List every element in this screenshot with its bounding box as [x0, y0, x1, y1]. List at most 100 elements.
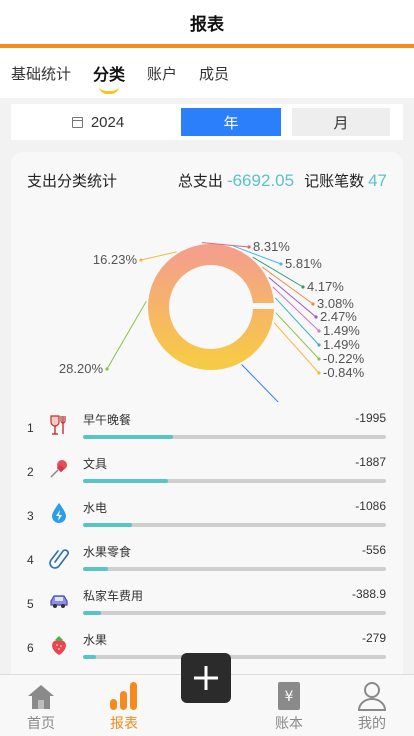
donut-notch [251, 303, 276, 309]
row-index: 1 [27, 421, 34, 435]
page-title: 报表 [190, 14, 224, 34]
strawberry-icon [47, 633, 71, 657]
category-progress-fill [83, 567, 109, 571]
donut-leader-dot [301, 285, 305, 289]
tab-category[interactable]: 分类 [93, 61, 126, 94]
calendar-icon [71, 116, 83, 128]
donut-slice-label: -0.84% [323, 365, 365, 380]
nav-home-label: 首页 [27, 715, 55, 731]
donut-slice-label: 28.20% [59, 361, 104, 376]
category-amount: -556 [361, 543, 386, 557]
category-progress-fill [83, 655, 96, 659]
category-name: 水果零食 [83, 545, 132, 559]
donut-leader-dot [317, 329, 321, 333]
category-progress-bar [83, 435, 386, 439]
nav-home[interactable]: 首页 [11, 679, 71, 733]
category-row[interactable]: 5 私家车费用 -388.9 [11, 583, 403, 627]
category-amount: -1086 [355, 499, 386, 513]
donut-leader-dot [314, 315, 318, 319]
category-name: 私家车费用 [83, 589, 144, 603]
category-progress-bar [83, 567, 386, 571]
donut-leader-line [275, 312, 320, 360]
donut-slice-label: 1.49% [323, 323, 360, 338]
utensils-glass-icon [47, 413, 71, 437]
category-row[interactable]: 2 文具 -1887 [11, 451, 403, 495]
donut-leader-line [106, 301, 147, 370]
donut-slice-label: 4.17% [307, 279, 344, 294]
category-row[interactable]: 3 水电 -1086 [11, 495, 403, 539]
record-count-value: 47 [368, 170, 387, 190]
donut-slice-label: 5.81% [285, 256, 322, 271]
home-icon [11, 679, 71, 711]
category-progress-bar [83, 655, 386, 659]
category-name: 早午晚餐 [83, 413, 132, 427]
category-name: 水电 [83, 501, 108, 515]
month-button[interactable]: 月 [292, 108, 390, 136]
category-amount: -388.9 [351, 587, 386, 601]
donut-slice-label: 8.31% [253, 239, 290, 254]
category-row[interactable]: 1 早午晚餐 -1995 [11, 407, 403, 451]
category-progress-bar [83, 611, 386, 615]
donut-leader-line [241, 364, 279, 402]
paperclip-icon [47, 545, 71, 569]
donut-slice-label: 2.47% [320, 309, 357, 324]
nav-mine-label: 我的 [358, 715, 386, 731]
year-picker[interactable]: 2024 [15, 114, 181, 131]
donut-leader-dot [247, 245, 251, 249]
donut-slice-label: 16.23% [93, 252, 138, 267]
donut-leader-dot [105, 367, 109, 371]
category-progress-bar [83, 523, 386, 527]
year-button[interactable]: 年 [181, 108, 281, 136]
tab-members[interactable]: 成员 [199, 63, 229, 84]
car-icon [47, 589, 71, 613]
nav-ledger-label: 账本 [275, 715, 303, 731]
category-amount: -279 [361, 631, 386, 645]
bar-chart-icon [94, 679, 154, 711]
category-progress-fill [83, 523, 133, 527]
category-progress-fill [83, 611, 101, 615]
tab-basic-stats[interactable]: 基础统计 [11, 63, 71, 84]
add-record-button[interactable] [181, 653, 231, 703]
category-progress-fill [83, 479, 169, 483]
donut-slice-label: 29.81% [287, 399, 332, 402]
tab-category-label: 分类 [93, 67, 126, 84]
category-progress-bar [83, 479, 386, 483]
nav-mine[interactable]: 我的 [342, 679, 402, 733]
nav-ledger[interactable]: ¥ 账本 [259, 679, 319, 733]
donut-leader-dot [139, 258, 143, 262]
nav-report-label: 报表 [110, 715, 138, 731]
plus-icon [194, 666, 218, 690]
row-index: 3 [27, 509, 34, 523]
pushpin-icon [47, 457, 71, 481]
total-expense-label: 总支出 [177, 173, 223, 190]
donut-ring [148, 244, 274, 370]
ledger-yen-glyph: ¥ [285, 689, 294, 705]
row-index: 6 [27, 641, 34, 655]
category-name: 水果 [83, 633, 108, 647]
expense-category-card: 支出分类统计 总支出 -6692.05 记账笔数 47 8.31% 5.81% 4.… [11, 152, 403, 692]
active-tab-indicator [99, 86, 120, 94]
tab-bar: 基础统计 分类 账户 成员 [0, 48, 414, 98]
row-index: 5 [27, 597, 34, 611]
donut-leader-dot [317, 343, 321, 347]
summary-header: 支出分类统计 总支出 -6692.05 记账笔数 47 [27, 170, 387, 191]
category-donut-chart: 8.31%5.81%4.17%3.08%2.47%1.49%1.49%-0.22… [59, 239, 365, 402]
category-name: 文具 [83, 457, 108, 471]
category-amount: -1995 [355, 411, 386, 425]
row-index: 2 [27, 465, 34, 479]
donut-leader-line [273, 322, 320, 374]
donut-leader-dot [311, 302, 315, 306]
category-amount: -1887 [355, 455, 386, 469]
donut-slice-label: -0.22% [323, 351, 365, 366]
ledger-book-icon: ¥ [259, 679, 319, 711]
user-icon [342, 679, 402, 711]
donut-leader-dot [279, 262, 283, 266]
nav-report[interactable]: 报表 [94, 679, 154, 733]
category-row[interactable]: 4 水果零食 -556 [11, 539, 403, 583]
summary-title: 支出分类统计 [27, 173, 118, 190]
donut-slice-label: 1.49% [323, 337, 360, 352]
donut-leader-dot [317, 357, 321, 361]
category-list: 1 早午晚餐 -1995 2 文具 -1887 3 水电 -1086 4 水果零… [11, 407, 403, 671]
record-count-label: 记账笔数 [304, 173, 365, 190]
tab-account[interactable]: 账户 [147, 63, 177, 84]
